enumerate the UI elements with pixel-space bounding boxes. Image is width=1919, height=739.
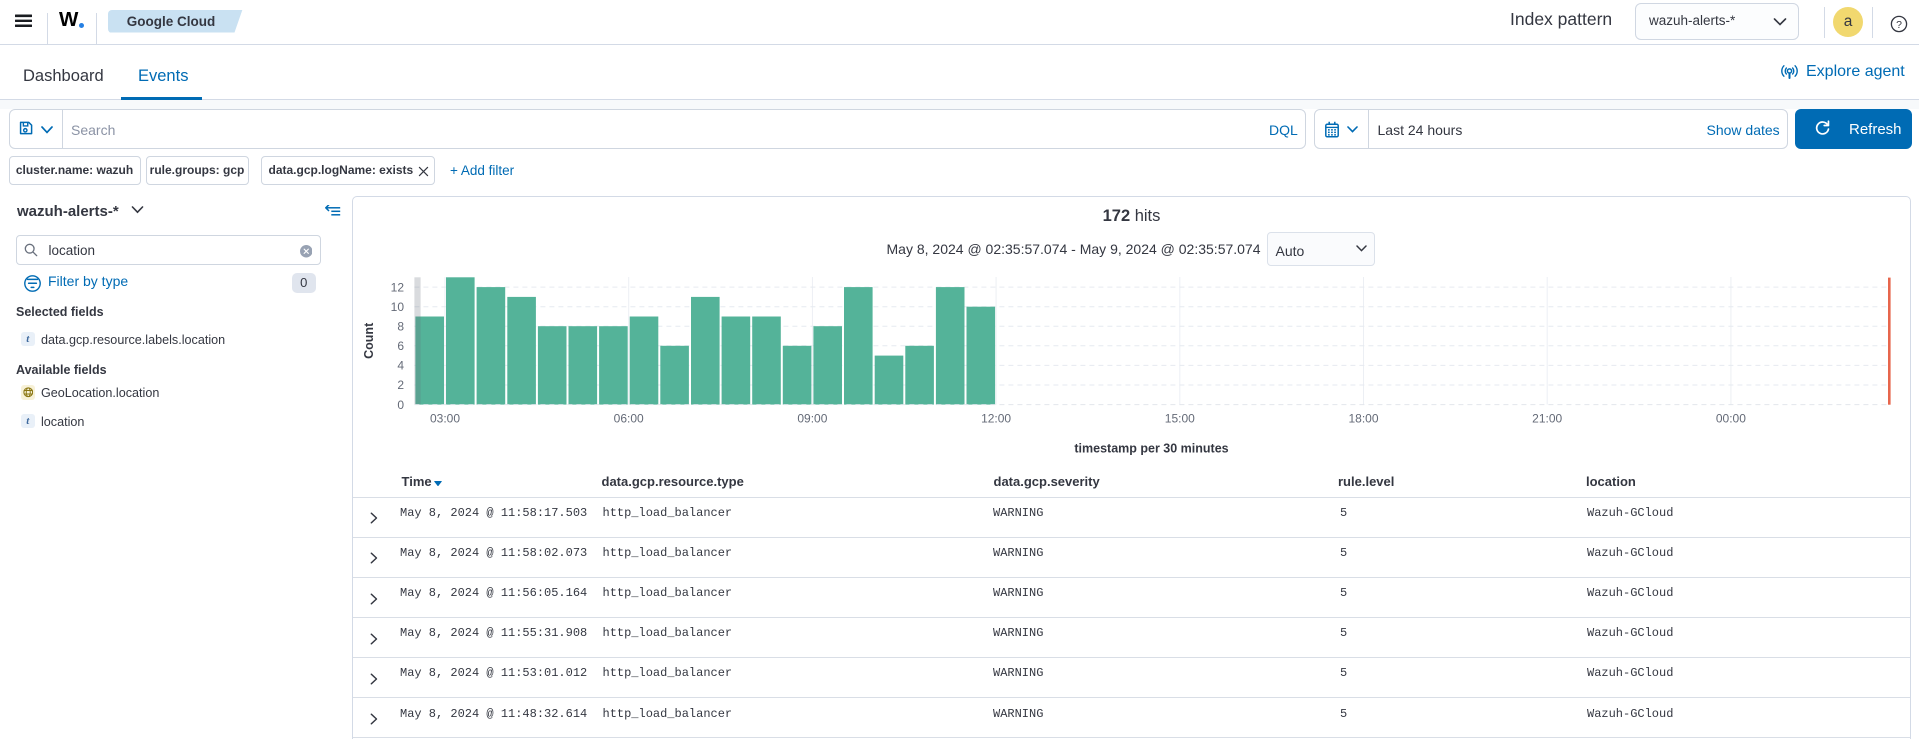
svg-text:15:00: 15:00: [1165, 412, 1195, 426]
svg-text:21:00: 21:00: [1532, 412, 1562, 426]
svg-text:0: 0: [397, 398, 404, 412]
svg-text:10: 10: [391, 300, 405, 314]
svg-text:timestamp per 30 minutes: timestamp per 30 minutes: [1074, 442, 1228, 456]
svg-text:12:00: 12:00: [981, 412, 1011, 426]
svg-text:6: 6: [397, 339, 404, 353]
svg-text:?: ?: [1896, 19, 1902, 31]
svg-text:06:00: 06:00: [614, 412, 644, 426]
svg-text:03:00: 03:00: [430, 412, 460, 426]
svg-text:12: 12: [391, 280, 405, 294]
svg-text:8: 8: [397, 319, 404, 333]
svg-text:2: 2: [397, 378, 404, 392]
svg-text:00:00: 00:00: [1716, 412, 1746, 426]
svg-text:09:00: 09:00: [797, 412, 827, 426]
svg-text:18:00: 18:00: [1348, 412, 1378, 426]
svg-text:Count: Count: [362, 322, 376, 359]
svg-text:4: 4: [397, 359, 404, 373]
